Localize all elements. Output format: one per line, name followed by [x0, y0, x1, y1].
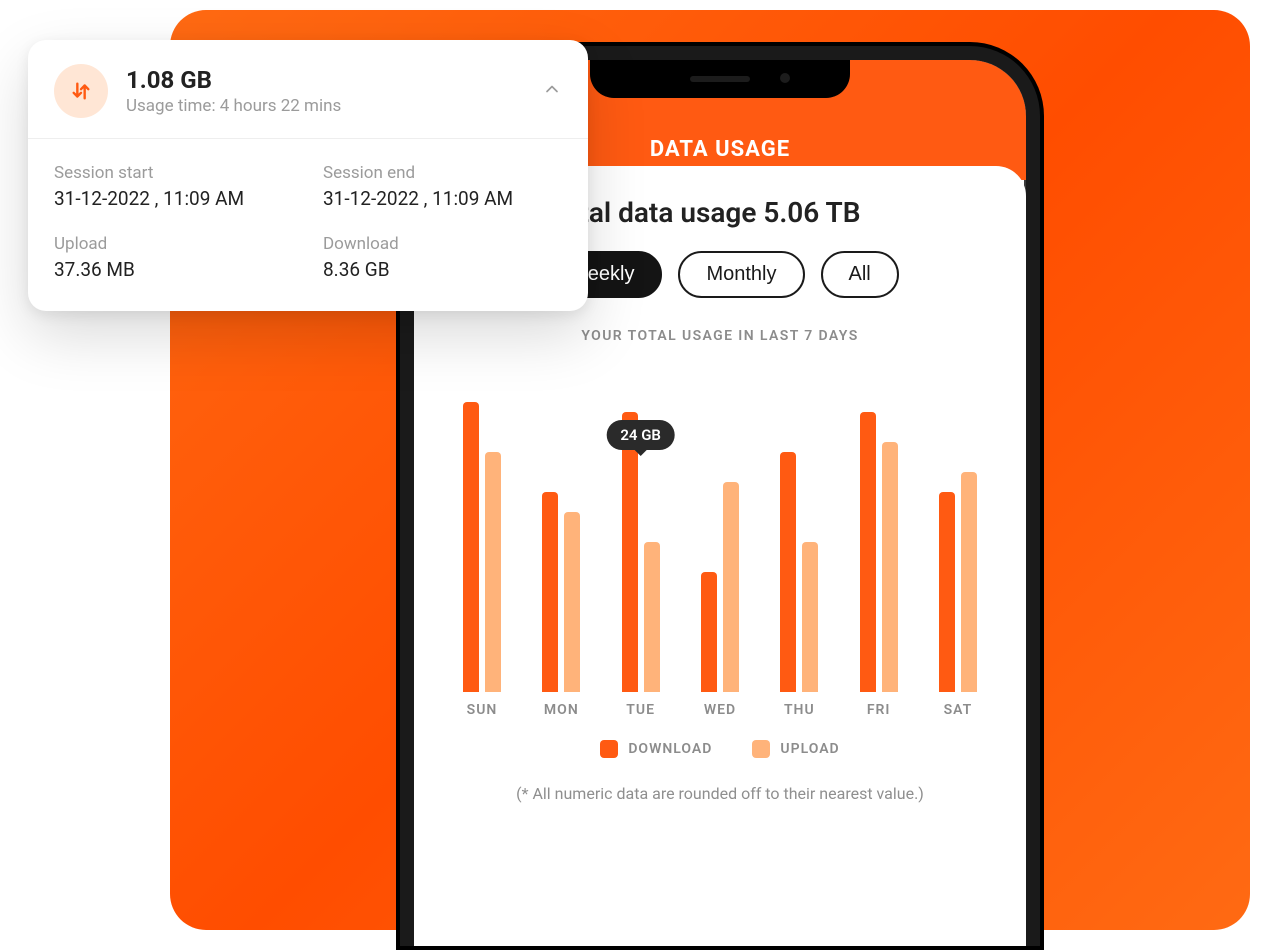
tab-monthly[interactable]: Monthly	[678, 251, 804, 298]
session-start: Session start 31-12-2022 , 11:09 AM	[54, 163, 293, 210]
chart-caption: YOUR TOTAL USAGE IN LAST 7 DAYS	[438, 328, 1002, 344]
tab-all[interactable]: All	[821, 251, 899, 298]
session-upload: Upload 37.36 MB	[54, 234, 293, 281]
chart-footnote: (* All numeric data are rounded off to t…	[438, 784, 1002, 803]
bar-upload[interactable]	[644, 542, 660, 692]
bar-download[interactable]	[463, 402, 479, 692]
bar-download[interactable]	[860, 412, 876, 692]
x-label: TUE	[607, 702, 675, 718]
session-upload-label: Upload	[54, 234, 293, 254]
x-label: WED	[686, 702, 754, 718]
legend-upload-label: UPLOAD	[780, 741, 839, 757]
x-label: SUN	[448, 702, 516, 718]
bar-upload[interactable]	[723, 482, 739, 692]
legend-swatch-download	[600, 740, 618, 758]
bar-group[interactable]	[448, 402, 516, 692]
legend-swatch-upload	[752, 740, 770, 758]
bar-group[interactable]	[765, 452, 833, 692]
legend-download-label: DOWNLOAD	[628, 741, 712, 757]
chart-x-labels: SUN MON TUE WED THU FRI SAT	[438, 692, 1002, 718]
data-transfer-icon	[54, 64, 108, 118]
session-end: Session end 31-12-2022 , 11:09 AM	[323, 163, 562, 210]
bar-download[interactable]	[542, 492, 558, 692]
session-amount: 1.08 GB	[126, 66, 524, 94]
session-upload-value: 37.36 MB	[54, 258, 293, 281]
bar-group[interactable]	[686, 482, 754, 692]
session-end-value: 31-12-2022 , 11:09 AM	[323, 187, 562, 210]
page-title: DATA USAGE	[650, 137, 790, 162]
chevron-up-icon[interactable]	[542, 79, 562, 103]
bar-group[interactable]: 24 GB	[607, 412, 675, 692]
bar-download[interactable]	[701, 572, 717, 692]
bar-upload[interactable]	[485, 452, 501, 692]
bar-upload[interactable]	[802, 542, 818, 692]
legend-upload: UPLOAD	[752, 740, 839, 758]
session-start-label: Session start	[54, 163, 293, 183]
session-download: Download 8.36 GB	[323, 234, 562, 281]
bar-download[interactable]	[780, 452, 796, 692]
session-header[interactable]: 1.08 GB Usage time: 4 hours 22 mins	[28, 40, 588, 139]
bar-upload[interactable]	[961, 472, 977, 692]
bar-group[interactable]	[527, 492, 595, 692]
session-start-value: 31-12-2022 , 11:09 AM	[54, 187, 293, 210]
x-label: SAT	[924, 702, 992, 718]
session-card: 1.08 GB Usage time: 4 hours 22 mins Sess…	[28, 40, 588, 311]
total-usage-prefix: tal data usage	[579, 196, 763, 229]
x-label: MON	[527, 702, 595, 718]
bar-upload[interactable]	[882, 442, 898, 692]
legend-download: DOWNLOAD	[600, 740, 712, 758]
chart-tooltip: 24 GB	[606, 420, 675, 450]
total-usage-value: 5.06 TB	[763, 196, 860, 229]
usage-bar-chart: 24 GB	[438, 362, 1002, 692]
session-usage-time: Usage time: 4 hours 22 mins	[126, 96, 524, 116]
bar-upload[interactable]	[564, 512, 580, 692]
session-download-value: 8.36 GB	[323, 258, 562, 281]
bar-download[interactable]	[939, 492, 955, 692]
phone-notch	[590, 60, 850, 98]
bar-group[interactable]	[845, 412, 913, 692]
bar-group[interactable]	[924, 472, 992, 692]
x-label: THU	[765, 702, 833, 718]
session-end-label: Session end	[323, 163, 562, 183]
chart-legend: DOWNLOAD UPLOAD	[438, 740, 1002, 758]
x-label: FRI	[845, 702, 913, 718]
session-download-label: Download	[323, 234, 562, 254]
